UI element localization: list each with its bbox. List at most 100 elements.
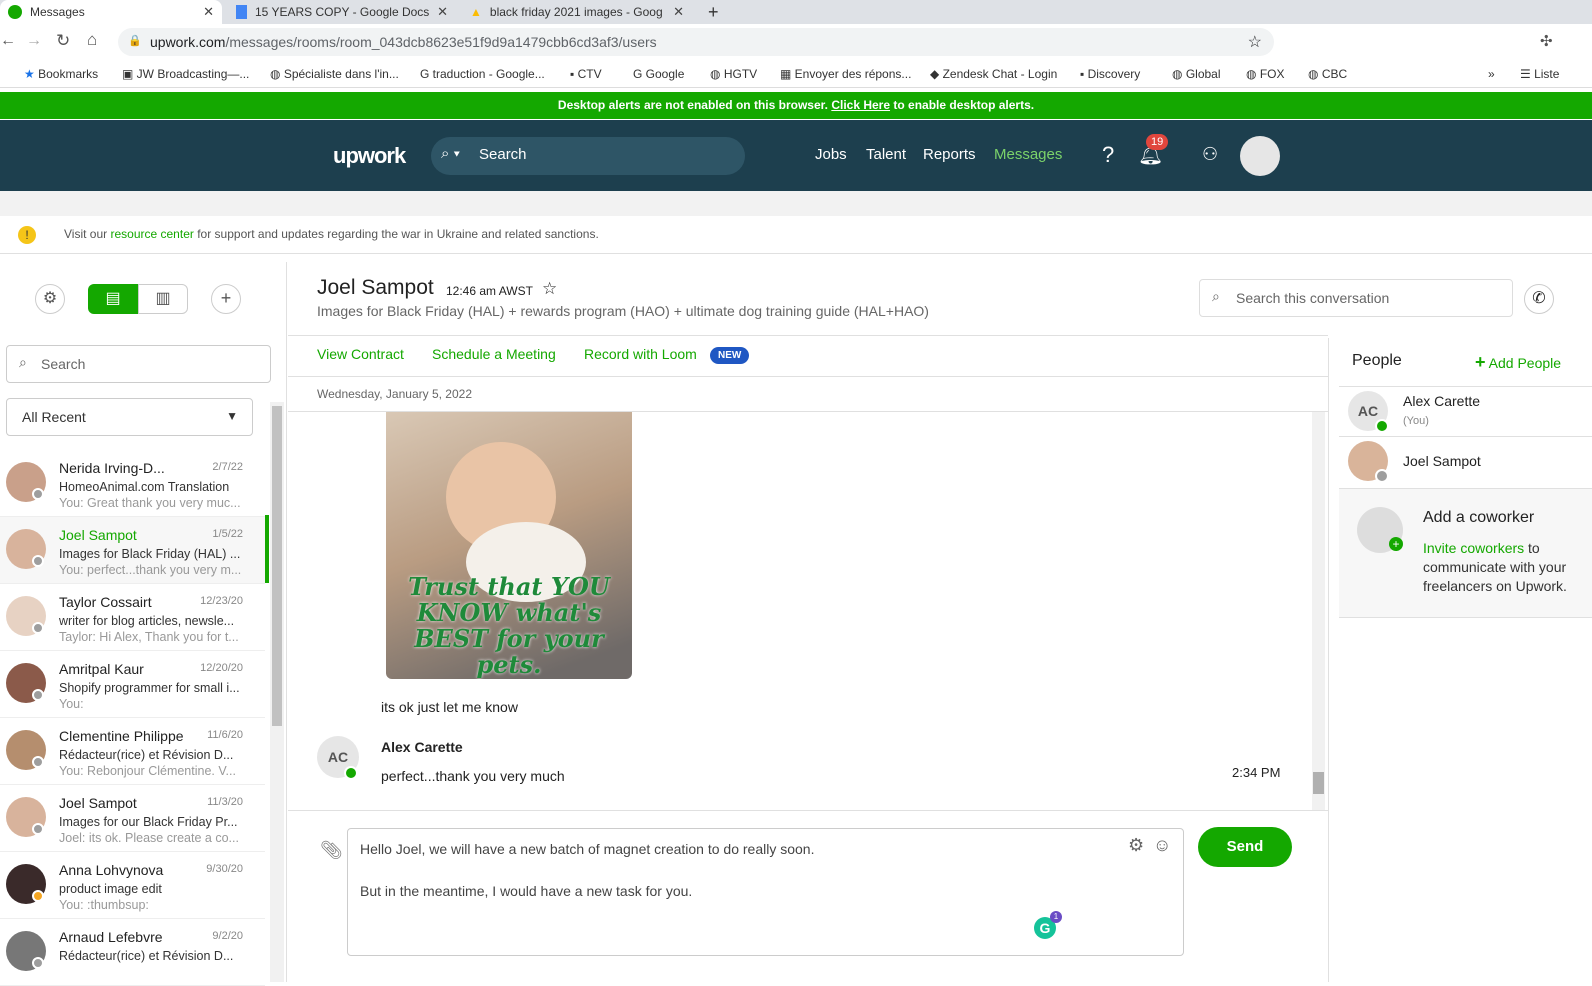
conversation-search-input[interactable]: ⌕ Search this conversation <box>1199 279 1513 317</box>
reading-list[interactable]: ☰ Liste <box>1520 67 1559 81</box>
attachment-paperclip-icon[interactable]: 📎︎ <box>320 840 343 861</box>
search-placeholder: Search <box>479 146 527 163</box>
bookmark-item[interactable]: ◍ CBC <box>1308 67 1347 81</box>
conversation-subject: Images for Black Friday (HAL) + rewards … <box>317 303 929 319</box>
coworker-avatar-icon: + <box>1357 507 1403 553</box>
resource-center-link[interactable]: resource center <box>110 227 193 241</box>
room-list-item[interactable]: Joel Sampot 11/3/20 Images for our Black… <box>0 785 265 852</box>
online-status-dot <box>1375 419 1389 433</box>
header-search-input[interactable]: ⌕ ▾ Search <box>431 137 745 175</box>
bookmark-item[interactable]: ★ Bookmarks <box>24 67 98 81</box>
room-filter-select[interactable]: All Recent ▼ <box>6 398 253 436</box>
conversation-title: Joel Sampot <box>317 276 434 299</box>
help-icon[interactable]: ? <box>1102 142 1114 168</box>
back-icon[interactable]: ← <box>0 32 16 50</box>
room-list-item[interactable]: Anna Lohvynova 9/30/20 product image edi… <box>0 852 265 919</box>
room-subject: Images for our Black Friday Pr... <box>59 815 238 829</box>
bookmark-item[interactable]: ◍ Spécialiste dans l'in... <box>270 67 399 81</box>
room-list-item[interactable]: Amritpal Kaur 12/20/20 Shopify programme… <box>0 651 265 718</box>
phone-icon[interactable]: ✆ <box>1524 284 1554 314</box>
tab-google-drive[interactable]: ▲ black friday 2021 images - Goog ✕ <box>462 0 692 24</box>
room-date: 12/20/20 <box>200 662 243 674</box>
room-list-item[interactable]: Joel Sampot 1/5/22 Images for Black Frid… <box>0 517 265 584</box>
close-tab-icon[interactable]: ✕ <box>437 4 448 20</box>
star-icon[interactable]: ☆ <box>1248 32 1262 52</box>
bookmark-label: JW Broadcasting—... <box>136 67 250 81</box>
upwork-logo[interactable]: upwork <box>333 143 406 169</box>
bookmark-item[interactable]: ◍ FOX <box>1246 67 1284 81</box>
rooms-scrollbar[interactable] <box>270 402 284 982</box>
bookmark-item[interactable]: G Google <box>633 67 684 81</box>
local-time: 12:46 am AWST <box>446 284 533 298</box>
room-preview: You: Rebonjour Clémentine. V... <box>59 764 236 778</box>
rooms-sidebar: ⚙ ▤ ▥ + ⌕ Search All Recent ▼ Nerida Irvin… <box>0 262 287 986</box>
invite-coworkers-link[interactable]: Invite coworkers <box>1423 540 1524 556</box>
room-list-item[interactable]: Nerida Irving-D... 2/7/22 HomeoAnimal.co… <box>0 450 265 517</box>
message-composer-textarea[interactable]: Hello Joel, we will have a new batch of … <box>347 828 1184 956</box>
member-name[interactable]: Alex Carette <box>1403 393 1480 409</box>
tab-google-docs[interactable]: 15 YEARS COPY - Google Docs ✕ <box>228 0 456 24</box>
bookmark-label: Global <box>1185 67 1221 81</box>
bookmark-item[interactable]: ▦ Envoyer des répons... <box>780 67 911 81</box>
nav-messages[interactable]: Messages <box>994 146 1062 163</box>
shared-image[interactable]: Trust that YOU KNOW what's BEST for your… <box>386 412 632 679</box>
close-tab-icon[interactable]: ✕ <box>673 4 684 20</box>
messages-scrollbar[interactable] <box>1312 412 1325 810</box>
lock-icon: 🔒 <box>128 35 142 47</box>
bookmark-item[interactable]: ▣ JW Broadcasting—... <box>122 67 249 81</box>
settings-gear-icon[interactable]: ⚙ <box>1128 835 1144 856</box>
add-people-button[interactable]: + Add People <box>1475 352 1561 373</box>
room-preview: You: Great thank you very muc... <box>59 496 241 510</box>
close-tab-icon[interactable]: ✕ <box>203 4 214 20</box>
room-list-item[interactable]: Taylor Cossairt 12/23/20 writer for blog… <box>0 584 265 651</box>
emoji-icon[interactable]: ☺ <box>1153 835 1171 856</box>
status-dot <box>32 823 44 835</box>
reload-icon[interactable]: ↻ <box>56 31 70 51</box>
room-preview: You: perfect...thank you very m... <box>59 563 242 577</box>
member-name[interactable]: Joel Sampot <box>1403 453 1481 469</box>
nav-jobs[interactable]: Jobs <box>815 146 847 163</box>
settings-gear-icon[interactable]: ⚙ <box>35 284 65 314</box>
extensions-icon[interactable]: ✣ <box>1540 32 1553 50</box>
bookmark-item[interactable]: ◍ HGTV <box>710 67 757 81</box>
new-room-plus-icon[interactable]: + <box>211 284 241 314</box>
desktop-alert-banner: Desktop alerts are not enabled on this b… <box>0 92 1592 119</box>
message-sender: Alex Carette <box>381 739 463 755</box>
forward-icon[interactable]: → <box>26 32 42 50</box>
message-time: 2:34 PM <box>1232 765 1281 780</box>
bookmark-item[interactable]: G traduction - Google... <box>420 67 545 81</box>
room-subject: Shopify programmer for small i... <box>59 681 240 695</box>
avatar[interactable] <box>1240 136 1280 176</box>
room-list-item[interactable]: Arnaud Lefebvre 9/2/20 Rédacteur(rice) e… <box>0 919 265 986</box>
room-subject: Images for Black Friday (HAL) ... <box>59 547 241 561</box>
people-panel: People + Add People AC Alex Carette (You… <box>1328 338 1592 982</box>
avatar: AC <box>1348 391 1389 433</box>
rooms-search-input[interactable]: ⌕ Search <box>6 345 271 383</box>
home-icon[interactable]: ⌂ <box>87 30 97 50</box>
bookmark-item[interactable]: ◆ Zendesk Chat - Login <box>930 67 1057 81</box>
bookmark-item[interactable]: ◍ Global <box>1172 67 1221 81</box>
messages-view-button[interactable]: ▤ <box>88 284 138 314</box>
nav-talent[interactable]: Talent <box>866 146 906 163</box>
tab-messages[interactable]: Messages ✕ <box>0 0 222 24</box>
url-input[interactable]: 🔒 upwork.com/messages/rooms/room_043dcb86… <box>118 28 1274 56</box>
star-icon[interactable]: ☆ <box>542 279 557 299</box>
bookmark-label: Envoyer des répons... <box>794 67 912 81</box>
nav-reports[interactable]: Reports <box>923 146 976 163</box>
ukraine-notice: ! Visit our resource center for support … <box>0 216 1592 254</box>
view-contract-link[interactable]: View Contract <box>317 346 404 362</box>
add-user-icon[interactable]: ⚇ <box>1202 144 1218 165</box>
send-button[interactable]: Send <box>1198 827 1292 867</box>
more-bookmarks-button[interactable]: » <box>1488 67 1495 81</box>
bookmark-item[interactable]: ▪ CTV <box>570 67 602 81</box>
record-loom-link[interactable]: Record with Loom <box>584 346 697 362</box>
new-tab-button[interactable]: + <box>700 0 727 24</box>
drive-favicon-icon: ▲ <box>470 5 482 19</box>
schedule-meeting-link[interactable]: Schedule a Meeting <box>432 346 556 362</box>
bookmark-item[interactable]: ▪ Discovery <box>1080 67 1140 81</box>
room-date: 9/2/20 <box>212 930 243 942</box>
status-dot <box>32 689 44 701</box>
enable-alerts-link[interactable]: Click Here <box>831 98 890 112</box>
contacts-view-button[interactable]: ▥ <box>138 284 188 314</box>
room-list-item[interactable]: Clementine Philippe 11/6/20 Rédacteur(ri… <box>0 718 265 785</box>
